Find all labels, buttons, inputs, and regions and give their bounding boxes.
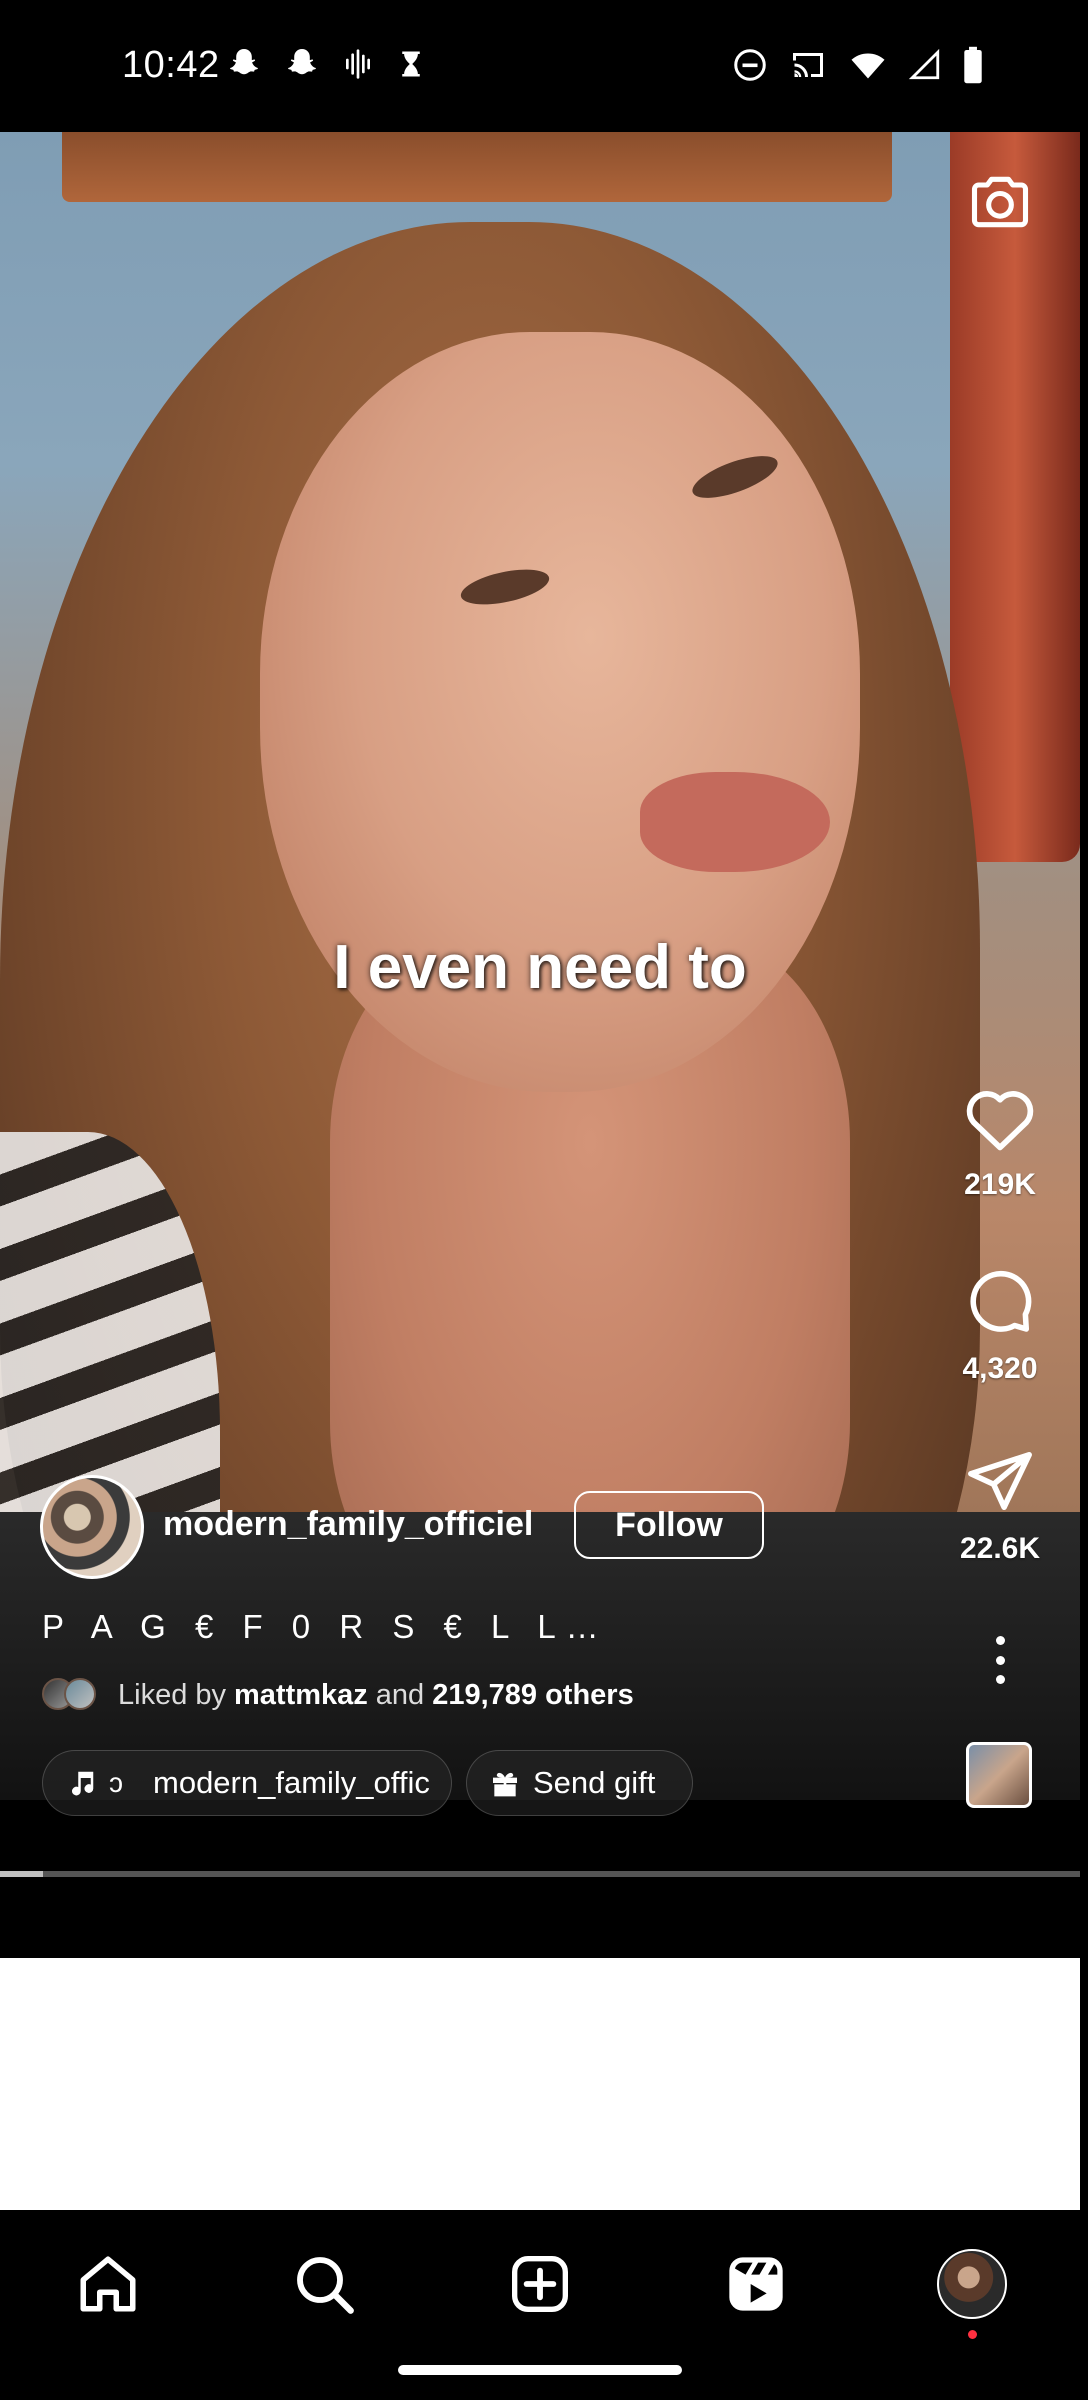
send-gift-button[interactable]: Send gift [466,1750,693,1816]
heart-icon [966,1091,1034,1151]
liked-by-user[interactable]: mattmkaz [234,1679,368,1712]
send-gift-label: Send gift [533,1765,656,1800]
battery-icon [964,46,982,84]
author-avatar[interactable] [40,1475,144,1579]
liked-by-row[interactable]: Liked by mattmkaz and 219,789 others [42,1678,642,1712]
follow-button[interactable]: Follow [574,1491,764,1559]
search-icon [297,2257,354,2314]
video-subtitle: I even need to [333,933,747,1002]
nav-create[interactable] [500,2244,580,2324]
camera-icon[interactable] [966,168,1034,236]
like-button[interactable]: 219K [940,1086,1060,1202]
hourglass-icon [402,51,420,77]
home-icon [80,2256,136,2312]
wifi-icon [851,53,885,79]
dnd-icon [734,49,766,81]
profile-avatar [937,2249,1007,2319]
author-username[interactable]: modern_family_officiel [163,1505,533,1544]
reels-icon [729,2257,783,2311]
status-left-icons [226,46,426,82]
share-count: 22.6K [959,1532,1041,1565]
reel-caption[interactable]: P A G € F 0 R S € L L… [42,1608,609,1646]
more-options-button[interactable] [985,1636,1015,1684]
create-icon [512,2256,568,2312]
audio-prefix: ɔ [109,1767,123,1798]
like-count: 219K [964,1168,1036,1201]
snapchat-icon [230,49,258,75]
signal-icon [908,48,940,80]
comment-button[interactable]: 4,320 [940,1266,1060,1386]
send-icon [968,1451,1032,1511]
video-progress-bar[interactable] [0,1871,1080,1877]
comment-count: 4,320 [962,1352,1038,1385]
nav-home[interactable] [68,2244,148,2324]
nav-reels[interactable] [716,2244,796,2324]
video-background [950,132,1080,862]
more-dot [995,1655,1005,1665]
video-background [62,132,892,202]
audio-label: modern_family_offic [153,1765,430,1800]
avatar [64,1678,96,1710]
comment-icon [970,1270,1032,1332]
nav-profile[interactable] [932,2244,1012,2339]
home-indicator[interactable] [398,2365,682,2375]
cast-icon [793,53,823,78]
next-reel-preview [0,1958,1080,2210]
snapchat-icon [288,49,316,75]
liked-by-avatars [42,1678,100,1712]
voice-icon [346,49,370,79]
video-progress-fill [0,1871,44,1877]
reel-video[interactable]: I even need to [0,132,1080,1800]
audio-pill[interactable]: ɔ modern_family_offic [42,1750,452,1816]
video-subject [640,772,830,872]
notification-dot [968,2330,977,2339]
status-time: 10:42 [122,44,220,86]
liked-by-others[interactable]: 219,789 others [432,1679,634,1712]
liked-by-prefix: Liked by [118,1678,227,1711]
nav-search[interactable] [284,2244,364,2324]
liked-by-middle: and [375,1678,425,1711]
music-note-icon [72,1771,94,1796]
gift-icon [493,1772,517,1797]
audio-thumbnail[interactable] [966,1742,1032,1808]
share-button[interactable]: 22.6K [940,1446,1060,1566]
status-right-icons [732,46,984,84]
status-bar: 10:42 [0,0,1088,132]
more-dot [995,1636,1005,1645]
more-dot [995,1675,1005,1684]
